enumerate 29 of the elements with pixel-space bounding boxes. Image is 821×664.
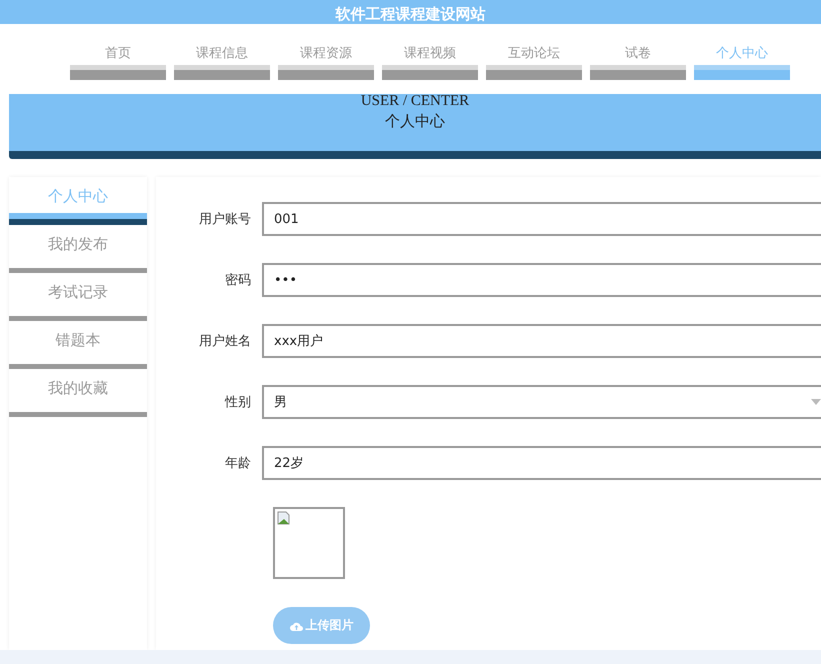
sidebar-item[interactable]: 我的发布 <box>9 225 147 273</box>
sidebar-item[interactable]: 考试记录 <box>9 273 147 321</box>
field-label: 用户姓名 <box>198 333 252 350</box>
input-field[interactable]: xxx用户 <box>262 324 821 358</box>
caret-icon <box>811 399 821 405</box>
site-title: 软件工程课程建设网站 <box>336 4 486 24</box>
banner-title: 个人中心 <box>385 112 445 131</box>
upload-button[interactable]: 上传图片 <box>273 607 370 644</box>
broken-image-icon <box>277 511 291 525</box>
nav-tab[interactable]: 互动论坛 <box>486 42 582 80</box>
input-field[interactable]: ••• <box>262 263 821 297</box>
field-label: 年龄 <box>224 455 252 472</box>
select-field[interactable]: 男 <box>262 385 821 419</box>
nav-tab[interactable]: 课程信息 <box>174 42 270 80</box>
nav-tab[interactable]: 首页 <box>70 42 166 80</box>
input-field[interactable]: 001 <box>262 202 821 236</box>
sidebar-item[interactable]: 错题本 <box>9 321 147 369</box>
cloud-upload-icon <box>290 620 302 630</box>
field-label: 用户账号 <box>198 211 252 228</box>
sidebar-item[interactable]: 我的收藏 <box>9 369 147 417</box>
banner-subtitle: USER / CENTER <box>360 94 470 106</box>
nav-tab[interactable]: 试卷 <box>590 42 686 80</box>
field-label: 密码 <box>224 272 252 289</box>
sidebar-item[interactable]: 个人中心 <box>9 177 147 225</box>
nav-tab[interactable]: 课程视频 <box>382 42 478 80</box>
field-label: 性别 <box>224 394 252 411</box>
input-field[interactable]: 22岁 <box>262 446 821 480</box>
nav-tab[interactable]: 课程资源 <box>278 42 374 80</box>
nav-tab[interactable]: 个人中心 <box>694 42 790 80</box>
